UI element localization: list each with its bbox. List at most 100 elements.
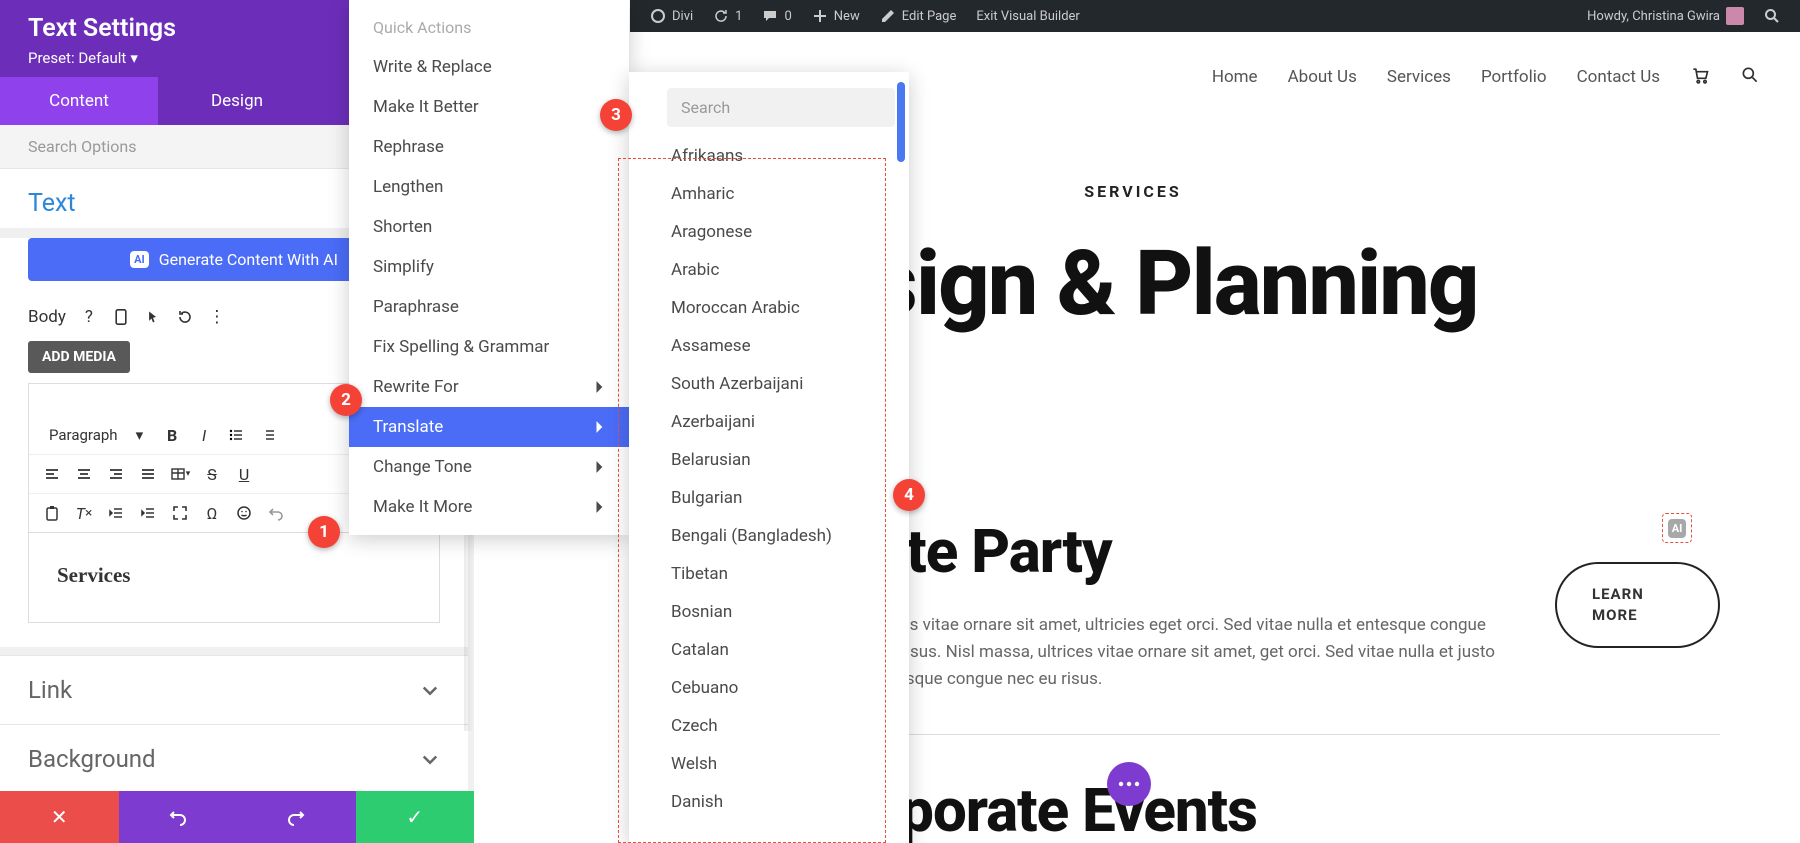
quick-action-translate[interactable]: Translate — [349, 407, 629, 447]
align-left-icon[interactable] — [37, 459, 67, 489]
tab-design[interactable]: Design — [158, 77, 316, 125]
quick-action-label: Paraphrase — [373, 297, 459, 317]
quick-action-fix-spelling-grammar[interactable]: Fix Spelling & Grammar — [349, 327, 629, 367]
align-justify-icon[interactable] — [133, 459, 163, 489]
quick-action-label: Simplify — [373, 257, 434, 277]
align-right-icon[interactable] — [101, 459, 131, 489]
device-icon[interactable] — [112, 308, 130, 326]
quick-action-simplify[interactable]: Simplify — [349, 247, 629, 287]
undo-editor-icon[interactable] — [261, 498, 291, 528]
language-south-azerbaijani[interactable]: South Azerbaijani — [629, 365, 909, 403]
language-bulgarian[interactable]: Bulgarian — [629, 479, 909, 517]
quick-action-label: Translate — [373, 417, 443, 437]
language-search[interactable]: Search — [667, 88, 895, 127]
nav-home[interactable]: Home — [1212, 67, 1258, 87]
italic-icon[interactable]: I — [189, 420, 219, 450]
nav-portfolio[interactable]: Portfolio — [1481, 67, 1547, 87]
ai-badge-icon: AI — [130, 251, 149, 268]
language-danish[interactable]: Danish — [629, 783, 909, 821]
indent-icon[interactable] — [133, 498, 163, 528]
submenu-scrollbar[interactable] — [897, 82, 905, 162]
quick-action-label: Make It More — [373, 497, 472, 517]
outdent-icon[interactable] — [101, 498, 131, 528]
language-assamese[interactable]: Assamese — [629, 327, 909, 365]
ol-icon[interactable] — [253, 420, 283, 450]
omega-icon[interactable]: Ω — [197, 498, 227, 528]
underline-icon[interactable]: U — [229, 459, 259, 489]
paragraph-select[interactable]: Paragraph▾ — [37, 422, 155, 448]
strikethrough-icon[interactable]: S — [197, 459, 227, 489]
quick-actions-menu: Quick Actions Write & ReplaceMake It Bet… — [349, 0, 629, 535]
admin-howdy-label: Howdy, Christina Gwira — [1587, 9, 1720, 24]
emoji-icon[interactable] — [229, 498, 259, 528]
cancel-button[interactable]: ✕ — [0, 791, 119, 843]
bold-icon[interactable]: B — [157, 420, 187, 450]
language-aragonese[interactable]: Aragonese — [629, 213, 909, 251]
language-catalan[interactable]: Catalan — [629, 631, 909, 669]
accordion-background[interactable]: Background — [0, 725, 468, 791]
builder-fab[interactable] — [1107, 762, 1151, 806]
service-desc: a, ultrices vitae ornare sit amet, ultri… — [846, 612, 1495, 694]
quick-action-paraphrase[interactable]: Paraphrase — [349, 287, 629, 327]
cart-icon[interactable] — [1690, 65, 1710, 90]
language-bosnian[interactable]: Bosnian — [629, 593, 909, 631]
admin-divi[interactable]: Divi — [640, 0, 703, 32]
save-button[interactable]: ✓ — [356, 791, 475, 843]
tab-content[interactable]: Content — [0, 77, 158, 125]
avatar — [1726, 7, 1744, 25]
comment-icon — [762, 8, 778, 24]
language-arabic[interactable]: Arabic — [629, 251, 909, 289]
language-azerbaijani[interactable]: Azerbaijani — [629, 403, 909, 441]
admin-comments[interactable]: 0 — [752, 0, 801, 32]
language-cebuano[interactable]: Cebuano — [629, 669, 909, 707]
language-welsh[interactable]: Welsh — [629, 745, 909, 783]
admin-search[interactable] — [1754, 0, 1790, 32]
language-tibetan[interactable]: Tibetan — [629, 555, 909, 593]
add-media-button[interactable]: ADD MEDIA — [28, 341, 130, 373]
admin-edit-page[interactable]: Edit Page — [870, 0, 967, 32]
undo-button[interactable] — [119, 791, 238, 843]
help-icon[interactable]: ? — [80, 308, 98, 326]
fullscreen-icon[interactable] — [165, 498, 195, 528]
nav-about[interactable]: About Us — [1288, 67, 1357, 87]
admin-new[interactable]: New — [802, 0, 870, 32]
nav-contact[interactable]: Contact Us — [1577, 67, 1660, 87]
kebab-icon[interactable]: ⋮ — [208, 308, 226, 326]
learn-more-button[interactable]: LEARN MORE — [1555, 562, 1720, 648]
quick-action-rephrase[interactable]: Rephrase — [349, 127, 629, 167]
language-bengali-bangladesh-[interactable]: Bengali (Bangladesh) — [629, 517, 909, 555]
nav-services[interactable]: Services — [1387, 67, 1451, 87]
editor-content[interactable]: Services — [28, 533, 440, 623]
language-czech[interactable]: Czech — [629, 707, 909, 745]
paste-icon[interactable] — [37, 498, 67, 528]
cursor-icon[interactable] — [144, 308, 162, 326]
quick-action-write-replace[interactable]: Write & Replace — [349, 47, 629, 87]
language-belarusian[interactable]: Belarusian — [629, 441, 909, 479]
chevron-right-icon — [595, 420, 605, 434]
ai-trigger-icon[interactable]: AI — [1662, 513, 1692, 543]
quick-action-label: Fix Spelling & Grammar — [373, 337, 549, 357]
language-moroccan-arabic[interactable]: Moroccan Arabic — [629, 289, 909, 327]
quick-action-change-tone[interactable]: Change Tone — [349, 447, 629, 487]
quick-action-make-it-more[interactable]: Make It More — [349, 487, 629, 527]
language-afrikaans[interactable]: Afrikaans — [629, 137, 909, 175]
quick-action-lengthen[interactable]: Lengthen — [349, 167, 629, 207]
align-center-icon[interactable] — [69, 459, 99, 489]
clear-format-icon[interactable]: T× — [69, 498, 99, 528]
ul-icon[interactable] — [221, 420, 251, 450]
site-search-icon[interactable] — [1740, 65, 1760, 90]
redo-button[interactable] — [237, 791, 356, 843]
quick-action-rewrite-for[interactable]: Rewrite For — [349, 367, 629, 407]
marker-1: 1 — [308, 516, 340, 548]
quick-action-shorten[interactable]: Shorten — [349, 207, 629, 247]
table-icon[interactable]: ▾ — [165, 459, 195, 489]
quick-action-label: Rewrite For — [373, 377, 459, 397]
admin-howdy[interactable]: Howdy, Christina Gwira — [1577, 0, 1754, 32]
language-amharic[interactable]: Amharic — [629, 175, 909, 213]
admin-exit-builder[interactable]: Exit Visual Builder — [966, 0, 1089, 32]
accordion-link[interactable]: Link — [0, 655, 468, 725]
admin-updates[interactable]: 1 — [703, 0, 752, 32]
quick-action-make-it-better[interactable]: Make It Better — [349, 87, 629, 127]
reset-icon[interactable] — [176, 308, 194, 326]
chevron-right-icon — [595, 380, 605, 394]
